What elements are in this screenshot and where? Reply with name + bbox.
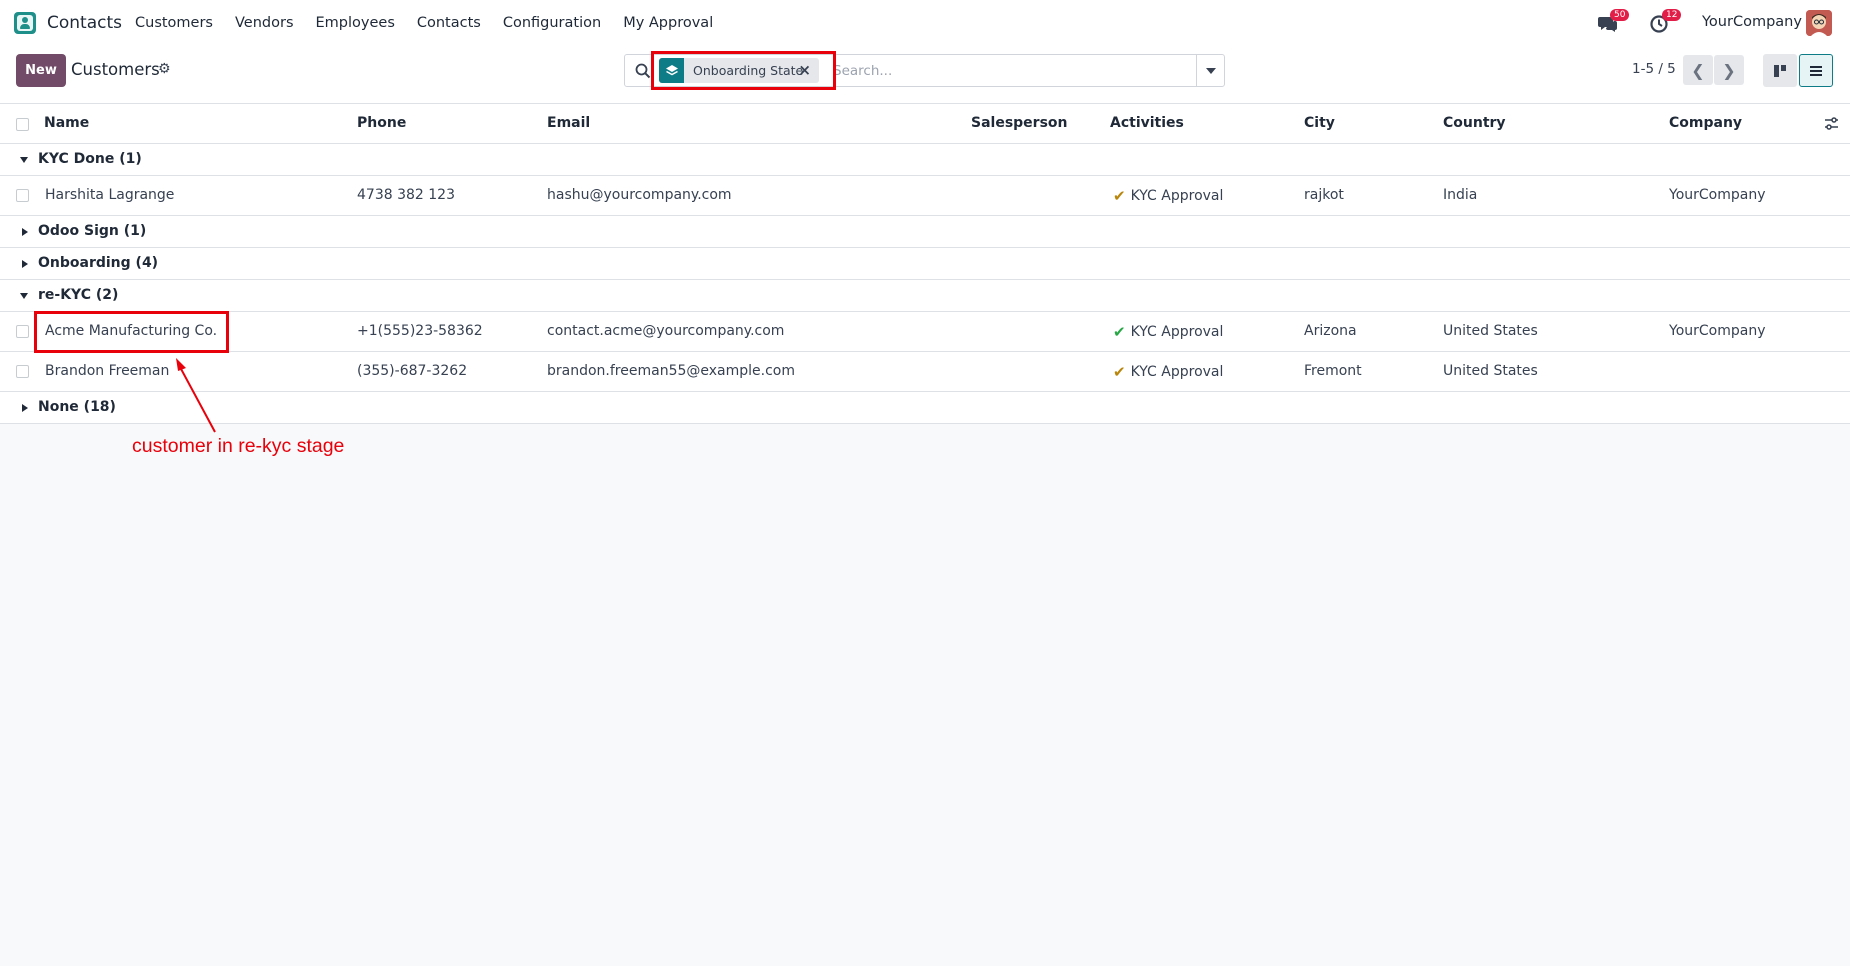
- row-checkbox[interactable]: [16, 189, 29, 202]
- cell-country[interactable]: India: [1443, 187, 1477, 203]
- new-button[interactable]: New: [16, 54, 66, 87]
- group-row-odoo-sign[interactable]: Odoo Sign (1): [0, 216, 1850, 248]
- list-view-button[interactable]: [1799, 54, 1833, 87]
- activities-badge: 12: [1662, 9, 1682, 21]
- cell-phone[interactable]: 4738 382 123: [357, 187, 455, 203]
- check-icon: ✔: [1113, 363, 1126, 381]
- search-options-toggle[interactable]: [1196, 55, 1224, 86]
- optional-columns-icon[interactable]: [1824, 116, 1839, 135]
- column-company[interactable]: Company: [1669, 115, 1742, 131]
- row-checkbox[interactable]: [16, 365, 29, 378]
- cell-email[interactable]: hashu@yourcompany.com: [547, 187, 732, 203]
- table-row[interactable]: Acme Manufacturing Co. +1(555)23-58362 c…: [0, 312, 1850, 352]
- messages-badge: 50: [1610, 9, 1630, 21]
- cell-city[interactable]: rajkot: [1304, 187, 1344, 203]
- column-city[interactable]: City: [1304, 115, 1335, 131]
- group-label: Odoo Sign (1): [38, 223, 147, 239]
- caret-right-icon: [22, 260, 28, 268]
- column-country[interactable]: Country: [1443, 115, 1506, 131]
- customers-list: Name Phone Email Salesperson Activities …: [0, 104, 1850, 424]
- table-row[interactable]: Harshita Lagrange 4738 382 123 hashu@you…: [0, 176, 1850, 216]
- search-input[interactable]: [833, 61, 1173, 81]
- chevron-left-icon: ❮: [1691, 60, 1705, 80]
- cell-name[interactable]: Harshita Lagrange: [45, 187, 174, 203]
- check-icon: ✔: [1113, 187, 1126, 205]
- chevron-right-icon: ❯: [1722, 60, 1736, 80]
- search-icon: [635, 63, 651, 79]
- menu-configuration[interactable]: Configuration: [503, 15, 601, 31]
- table-header: Name Phone Email Salesperson Activities …: [0, 104, 1850, 144]
- pager-value[interactable]: 1-5 / 5: [1632, 61, 1676, 77]
- cell-email[interactable]: brandon.freeman55@example.com: [547, 363, 795, 379]
- kanban-view-button[interactable]: [1763, 54, 1797, 87]
- group-row-none[interactable]: None (18): [0, 392, 1850, 424]
- cell-country[interactable]: United States: [1443, 363, 1538, 379]
- company-switcher[interactable]: YourCompany: [1702, 14, 1802, 30]
- pager-next[interactable]: ❯: [1714, 55, 1744, 85]
- menu-contacts[interactable]: Contacts: [417, 15, 481, 31]
- breadcrumb-customers: Customers: [71, 60, 160, 79]
- cell-activity[interactable]: ✔ KYC Approval: [1113, 187, 1223, 205]
- gear-icon[interactable]: ⚙: [158, 61, 171, 77]
- select-all-checkbox[interactable]: [16, 118, 29, 131]
- contacts-app-icon[interactable]: [14, 12, 36, 34]
- column-phone[interactable]: Phone: [357, 115, 406, 131]
- cell-company[interactable]: YourCompany: [1669, 323, 1766, 339]
- menu-customers[interactable]: Customers: [135, 15, 213, 31]
- kanban-icon: [1774, 64, 1786, 77]
- cell-country[interactable]: United States: [1443, 323, 1538, 339]
- cell-city[interactable]: Fremont: [1304, 363, 1362, 379]
- caret-right-icon: [22, 228, 28, 236]
- control-panel: New Customers ⚙ Onboarding State × 1-5 /…: [0, 46, 1850, 104]
- annotation-label: customer in re-kyc stage: [132, 435, 345, 457]
- cell-company[interactable]: YourCompany: [1669, 187, 1766, 203]
- check-icon: ✔: [1113, 323, 1126, 341]
- caret-right-icon: [22, 404, 28, 412]
- cell-phone[interactable]: +1(555)23-58362: [357, 323, 483, 339]
- menu-vendors[interactable]: Vendors: [235, 15, 294, 31]
- table-row[interactable]: Brandon Freeman (355)-687-3262 brandon.f…: [0, 352, 1850, 392]
- row-checkbox[interactable]: [16, 325, 29, 338]
- list-icon: [1810, 65, 1822, 76]
- cell-activity[interactable]: ✔ KYC Approval: [1113, 363, 1223, 381]
- messages-button[interactable]: 50: [1598, 9, 1630, 34]
- activity-label: KYC Approval: [1130, 188, 1224, 204]
- app-name[interactable]: Contacts: [47, 13, 122, 33]
- caret-down-icon: [20, 293, 28, 299]
- user-avatar-icon: [1806, 10, 1832, 36]
- cell-activity[interactable]: ✔ KYC Approval: [1113, 323, 1223, 341]
- group-label: re-KYC (2): [38, 287, 119, 303]
- annotation-arrow-icon: [176, 358, 216, 433]
- group-label: KYC Done (1): [38, 151, 142, 167]
- user-avatar[interactable]: [1806, 10, 1832, 36]
- column-activities[interactable]: Activities: [1110, 115, 1184, 131]
- top-navbar: Contacts Customers Vendors Employees Con…: [0, 0, 1850, 46]
- main-menu: Customers Vendors Employees Contacts Con…: [135, 0, 735, 46]
- cell-email[interactable]: contact.acme@yourcompany.com: [547, 323, 784, 339]
- caret-down-icon: [20, 157, 28, 163]
- menu-employees[interactable]: Employees: [316, 15, 395, 31]
- cell-phone[interactable]: (355)-687-3262: [357, 363, 467, 379]
- pager-previous[interactable]: ❮: [1683, 55, 1713, 85]
- activity-label: KYC Approval: [1130, 324, 1224, 340]
- highlight-box-facet: [651, 51, 836, 90]
- group-label: None (18): [38, 399, 116, 415]
- column-name[interactable]: Name: [44, 115, 89, 131]
- group-row-re-kyc[interactable]: re-KYC (2): [0, 280, 1850, 312]
- highlight-box-customer: [34, 311, 229, 353]
- group-row-kyc-done[interactable]: KYC Done (1): [0, 144, 1850, 176]
- column-salesperson[interactable]: Salesperson: [971, 115, 1068, 131]
- cell-name[interactable]: Brandon Freeman: [45, 363, 169, 379]
- caret-down-icon: [1205, 67, 1216, 74]
- column-email[interactable]: Email: [547, 115, 590, 131]
- activities-button[interactable]: 12: [1650, 9, 1682, 34]
- group-row-onboarding[interactable]: Onboarding (4): [0, 248, 1850, 280]
- activity-label: KYC Approval: [1130, 364, 1224, 380]
- menu-my-approval[interactable]: My Approval: [623, 15, 713, 31]
- cell-city[interactable]: Arizona: [1304, 323, 1357, 339]
- group-label: Onboarding (4): [38, 255, 159, 271]
